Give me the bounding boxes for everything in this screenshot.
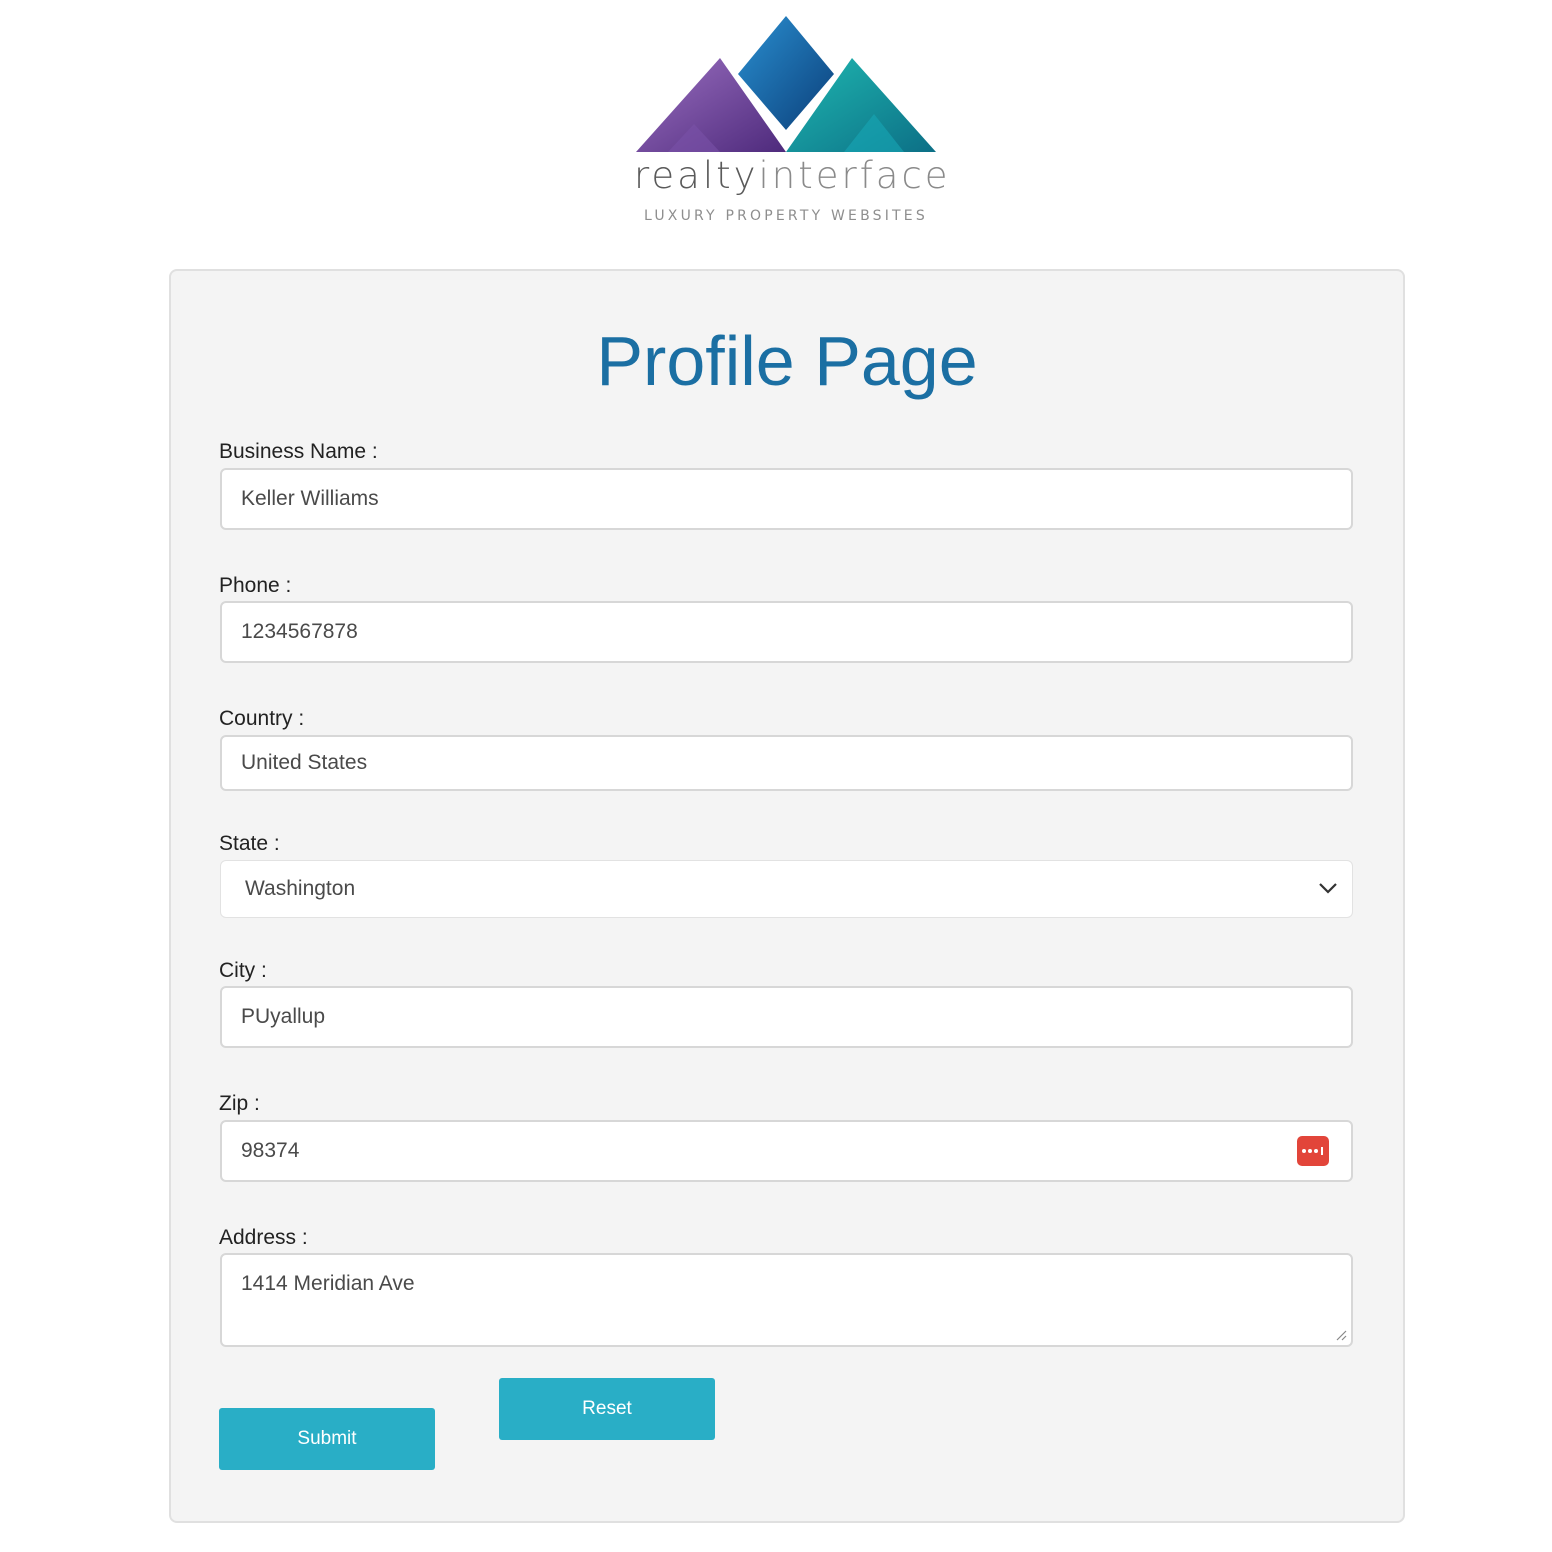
page-title: Profile Page (596, 322, 978, 400)
zip-value: 98374 (241, 1139, 300, 1162)
state-value: Washington (245, 877, 356, 900)
city-value: PUyallup (241, 1005, 326, 1028)
city-label: City : (219, 959, 267, 982)
submit-button[interactable]: Submit (219, 1408, 435, 1470)
business-name-value: Keller Williams (241, 487, 379, 510)
address-label: Address : (219, 1226, 308, 1249)
triangles-logo-icon (636, 16, 936, 152)
brand-suffix: interface (758, 154, 951, 197)
password-manager-icon[interactable] (1297, 1136, 1329, 1166)
state-label: State : (219, 832, 280, 855)
country-value: United States (241, 751, 368, 774)
business-name-input[interactable]: Keller Williams (220, 468, 1353, 530)
brand-tagline: LUXURY PROPERTY WEBSITES (644, 208, 928, 224)
zip-label: Zip : (219, 1092, 260, 1115)
state-select[interactable]: Washington (220, 860, 1353, 918)
profile-form-card: Profile Page Business Name : Keller Will… (169, 269, 1405, 1523)
country-input[interactable]: United States (220, 735, 1353, 791)
address-value: 1414 Meridian Ave (241, 1272, 415, 1295)
dots-icon (1302, 1147, 1323, 1155)
brand-main: realty (634, 154, 759, 197)
business-name-label: Business Name : (219, 440, 378, 463)
zip-input[interactable]: 98374 (220, 1120, 1353, 1182)
brand-wordmark: realtyinterface (634, 154, 948, 198)
country-label: Country : (219, 707, 305, 730)
realtyinterface-logo: realtyinterface LUXURY PROPERTY WEBSITES (634, 14, 948, 224)
address-textarea[interactable]: 1414 Meridian Ave (220, 1253, 1353, 1347)
reset-button[interactable]: Reset (499, 1378, 715, 1440)
phone-label: Phone : (219, 574, 292, 597)
chevron-down-icon (1319, 883, 1337, 894)
phone-input[interactable]: 1234567878 (220, 601, 1353, 663)
phone-value: 1234567878 (241, 620, 358, 643)
city-input[interactable]: PUyallup (220, 986, 1353, 1048)
resize-grip-icon[interactable] (1335, 1329, 1347, 1341)
